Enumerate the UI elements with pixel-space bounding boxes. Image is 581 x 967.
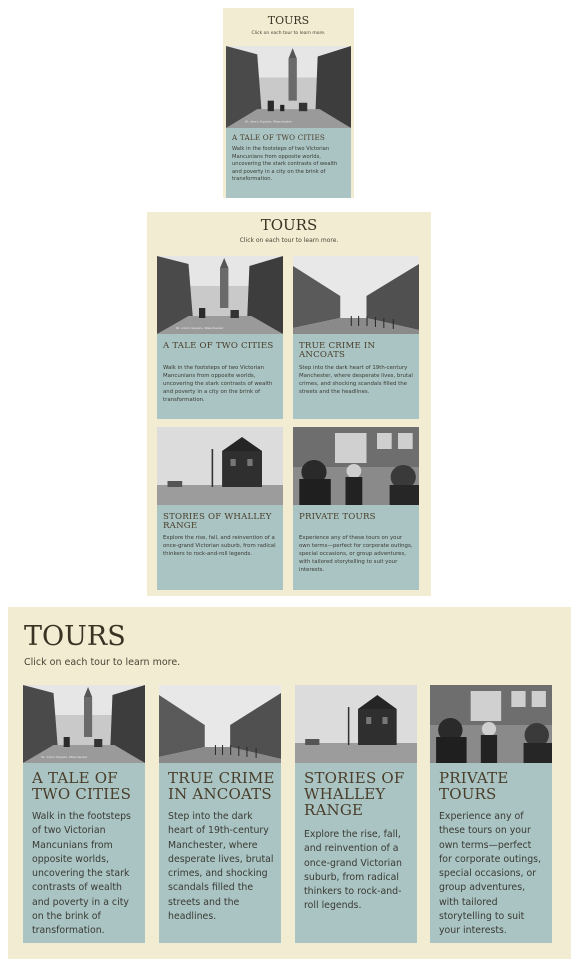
section-title: TOURS bbox=[24, 621, 126, 652]
tour-card-tale-of-two-cities[interactable]: St. Ann's Square, Manchester A Tale of T… bbox=[157, 256, 283, 419]
tour-title: A Tale of Two Cities bbox=[232, 133, 326, 142]
tour-title: True Crime in Ancoats bbox=[299, 341, 376, 361]
victorian-mansion-photo bbox=[157, 427, 283, 505]
tour-title: A Tale of Two Cities bbox=[163, 341, 274, 351]
tour-description: Walk in the footsteps of two Victorian M… bbox=[232, 146, 338, 183]
tour-title: Stories of Whalley Range bbox=[163, 512, 272, 532]
photo-caption: St. Ann's Square, Manchester bbox=[245, 120, 293, 124]
tour-card-private-tours[interactable]: Private Tours Experience any of these to… bbox=[430, 685, 552, 943]
tour-card-tale-of-two-cities[interactable]: St. Ann's Square, Manchester A Tale of T… bbox=[226, 46, 351, 198]
terraced-houses-photo bbox=[293, 256, 419, 334]
section-title: TOURS bbox=[260, 216, 318, 234]
tour-description: Walk in the footsteps of two Victorian M… bbox=[163, 365, 273, 403]
tour-title: Private Tours bbox=[299, 512, 376, 522]
pub-crowd-photo bbox=[430, 685, 552, 763]
tour-card-tale-of-two-cities[interactable]: St. Ann's Square, Manchester A Tale of T… bbox=[23, 685, 145, 943]
tour-description: Explore the rise, fall, and reinvention … bbox=[304, 829, 402, 912]
tour-description: Walk in the footsteps of two Victorian M… bbox=[32, 811, 131, 937]
section-subtitle: Click on each tour to learn more. bbox=[24, 657, 181, 668]
tour-description: Step into the dark heart of 19th-century… bbox=[299, 365, 413, 395]
tours-section-mobile: TOURS Click on each tour to learn more. … bbox=[223, 8, 354, 198]
tour-title: Private Tours bbox=[439, 769, 509, 803]
tour-description: Explore the rise, fall, and reinvention … bbox=[163, 535, 276, 557]
section-subtitle: Click on each tour to learn more. bbox=[251, 31, 326, 36]
victorian-street-photo: St. Ann's Square, Manchester bbox=[23, 685, 145, 763]
tour-description: Experience any of these tours on your ow… bbox=[299, 535, 413, 573]
tours-section-desktop: TOURS Click on each tour to learn more. … bbox=[8, 607, 571, 959]
tour-card-stories-of-whalley-range[interactable]: Stories of Whalley Range Explore the ris… bbox=[157, 427, 283, 590]
tours-section-tablet: TOURS Click on each tour to learn more. … bbox=[147, 212, 431, 596]
section-title: TOURS bbox=[267, 14, 310, 27]
tour-title: A Tale of Two Cities bbox=[32, 769, 132, 803]
tour-description: Step into the dark heart of 19th-century… bbox=[168, 811, 274, 923]
tour-title: Stories of Whalley Range bbox=[304, 769, 405, 819]
tour-description: Experience any of these tours on your ow… bbox=[439, 811, 542, 937]
victorian-street-photo: St. Ann's Square, Manchester bbox=[226, 46, 351, 128]
pub-crowd-photo bbox=[293, 427, 419, 505]
section-subtitle: Click on each tour to learn more. bbox=[239, 237, 339, 244]
tour-card-stories-of-whalley-range[interactable]: Stories of Whalley Range Explore the ris… bbox=[295, 685, 417, 943]
photo-caption: St. Ann's Square, Manchester bbox=[41, 755, 88, 759]
tour-card-private-tours[interactable]: Private Tours Experience any of these to… bbox=[293, 427, 419, 590]
tour-card-true-crime-in-ancoats[interactable]: True Crime in Ancoats Step into the dark… bbox=[159, 685, 281, 943]
terraced-houses-photo bbox=[159, 685, 281, 763]
photo-caption: St. Ann's Square, Manchester bbox=[176, 326, 224, 330]
victorian-mansion-photo bbox=[295, 685, 417, 763]
tour-card-true-crime-in-ancoats[interactable]: True Crime in Ancoats Step into the dark… bbox=[293, 256, 419, 419]
victorian-street-photo: St. Ann's Square, Manchester bbox=[157, 256, 283, 334]
tour-title: True Crime in Ancoats bbox=[168, 769, 275, 803]
